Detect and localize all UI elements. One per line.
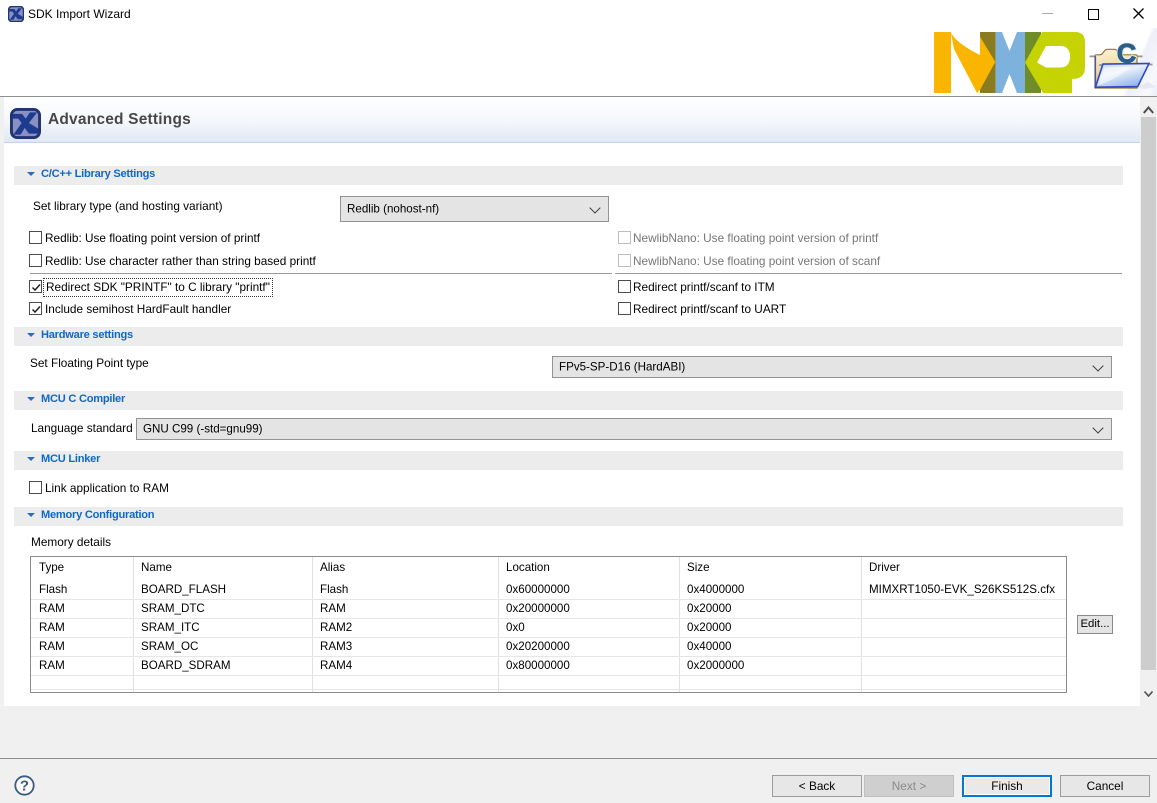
svg-text:?: ? xyxy=(20,778,29,795)
